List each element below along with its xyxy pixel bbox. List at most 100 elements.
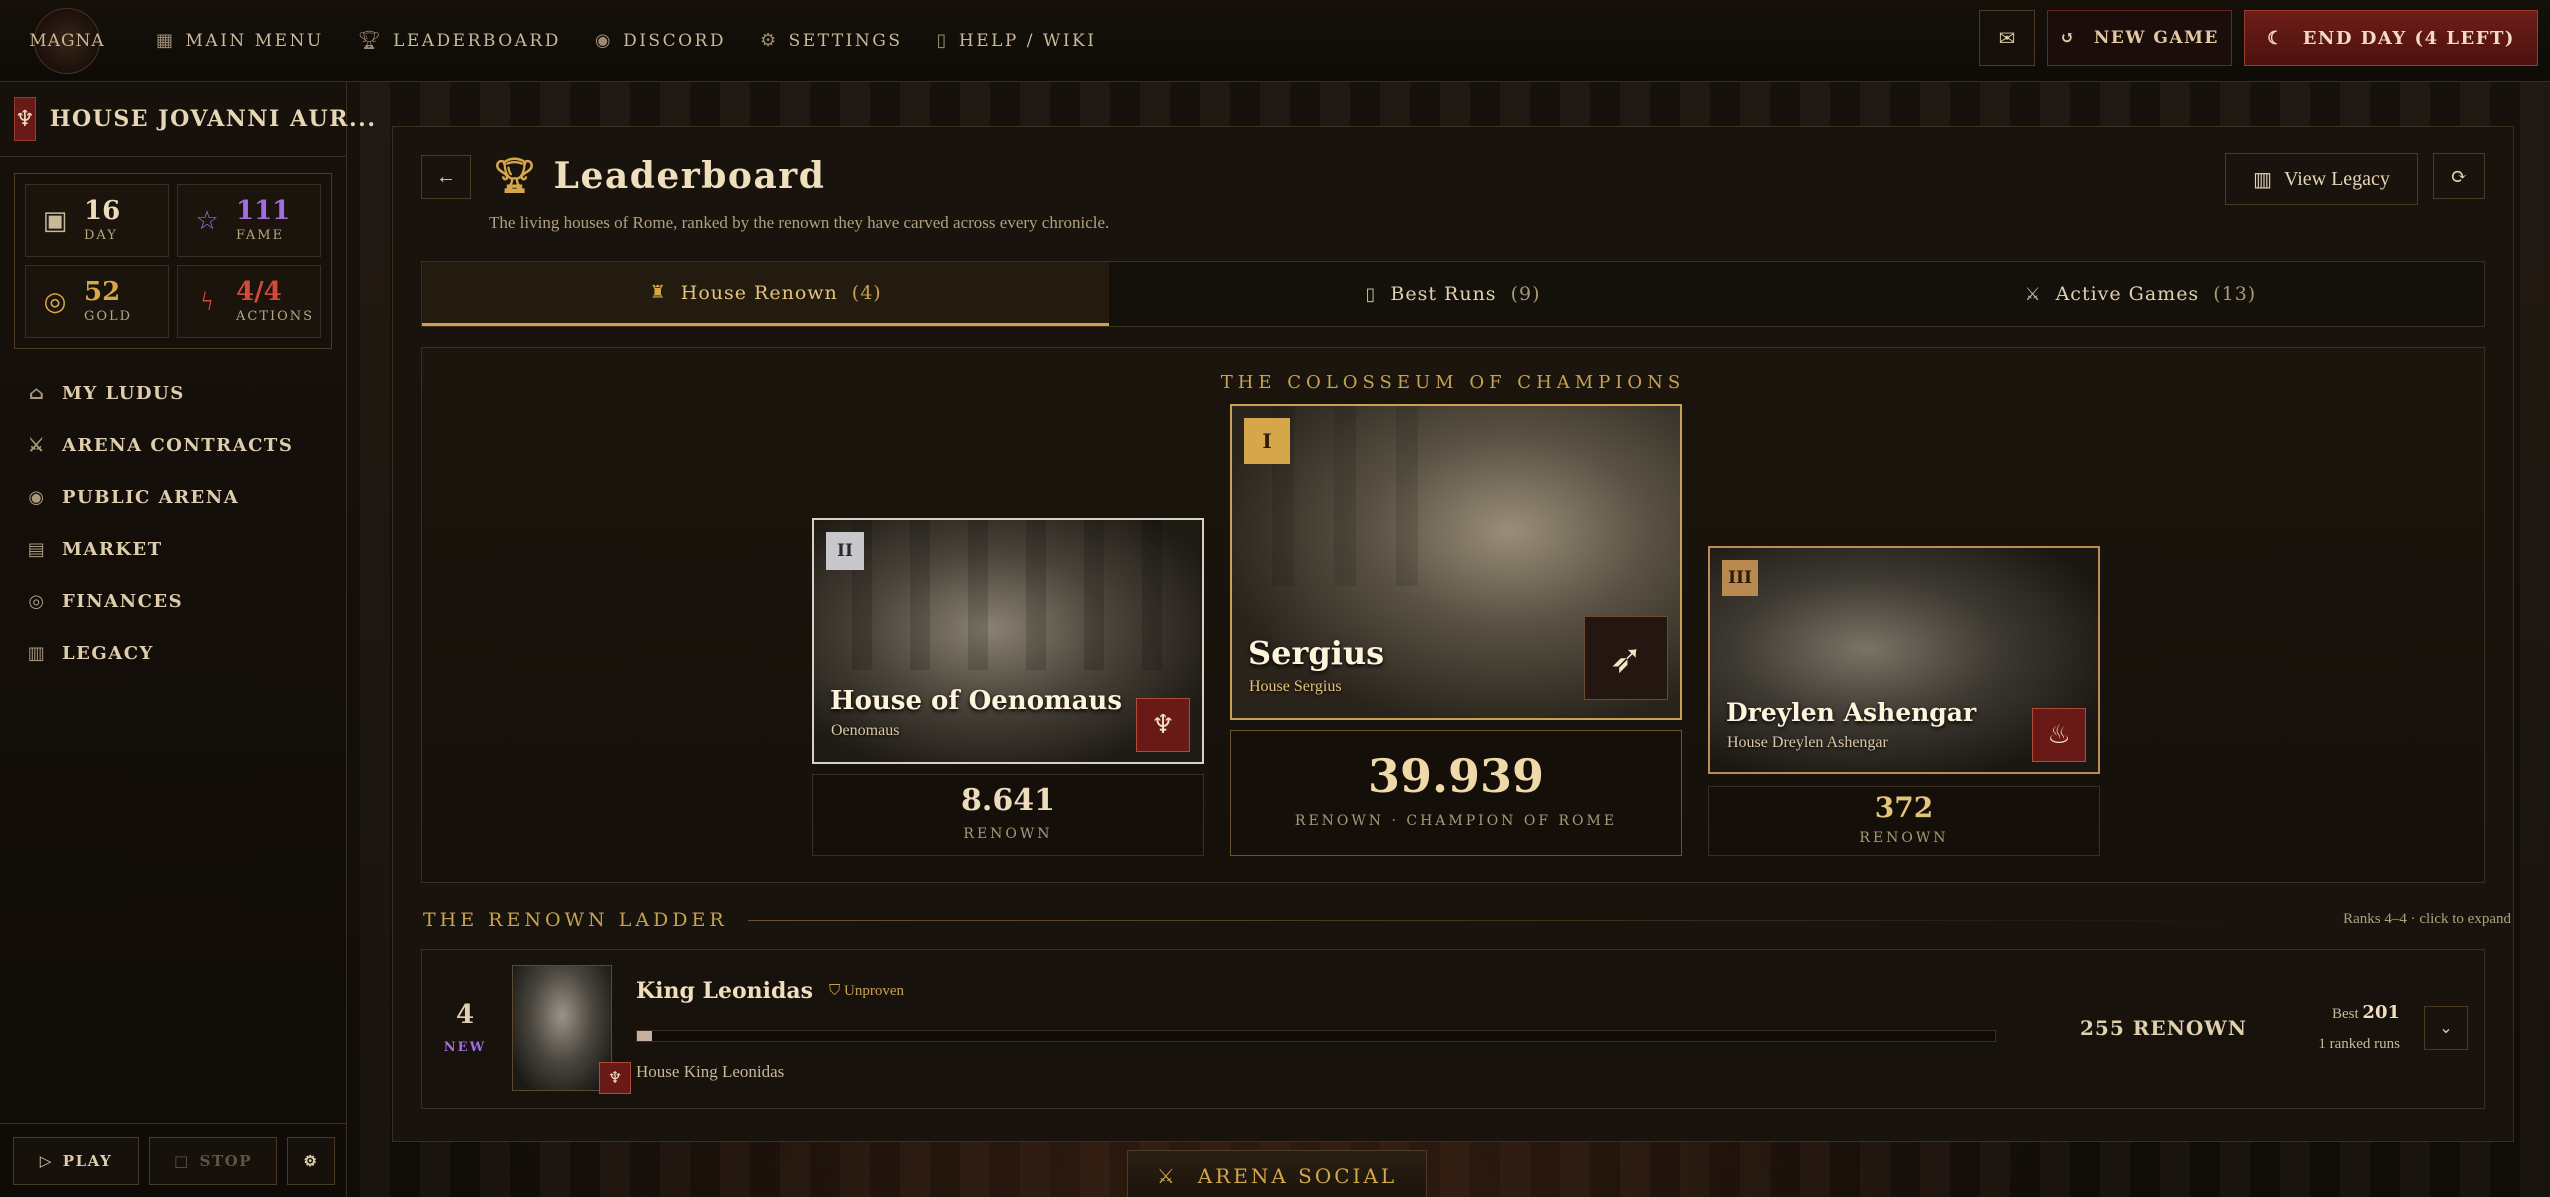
score-value: 8.641 (961, 783, 1055, 818)
score-label: Renown · Champion of Rome (1294, 813, 1618, 829)
sidebar-item-public-arena[interactable]: ◉ Public Arena (0, 471, 346, 523)
end-day-button[interactable]: ☾ END DAY (4 LEFT) (2244, 10, 2538, 66)
row-best: Best 201 1 ranked runs (2318, 998, 2400, 1059)
end-day-label: END DAY (4 LEFT) (2302, 27, 2515, 49)
arena-social-button[interactable]: ⚔ Arena Social (1127, 1150, 1427, 1197)
discord-icon: ◉ (594, 30, 614, 51)
row-house: House King Leonidas (636, 1062, 785, 1081)
eagle-icon: ♆ (14, 97, 36, 141)
trophy-icon: ♜ (649, 282, 667, 303)
sidebar: ♆ HOUSE JOVANNI AUR... ▣ 16 Day ☆ 111 Fa… (0, 82, 375, 1197)
score-third: 372 Renown (1708, 786, 2100, 856)
sidebar-item-arena-contracts[interactable]: ⚔ Arena Contracts (0, 419, 346, 471)
podium-card-second[interactable]: II House of Oenomaus Oenomaus ♆ (812, 518, 1204, 764)
fame-value: 111 (236, 196, 291, 226)
sidebar-item-legacy[interactable]: ▥ Legacy (0, 627, 346, 679)
restart-icon: ↺ (2060, 28, 2076, 48)
document-icon: ▯ (1365, 283, 1377, 305)
stop-button[interactable]: □ STOP (149, 1136, 277, 1185)
play-label: PLAY (62, 1151, 113, 1170)
row-name: King Leonidas ⛉ Unproven (636, 978, 904, 1004)
mail-icon: ✉ (1998, 27, 2016, 50)
eagle-icon: ♆ (599, 1062, 631, 1094)
leaderboard-tabs: ♜ House Renown (4) ▯ Best Runs (9) ⚔ Act… (421, 261, 2485, 327)
day-label: Day (84, 228, 118, 243)
sidebar-controls: ▷ PLAY □ STOP ⚙ (0, 1123, 346, 1197)
row-rank: 4 NEW (440, 1000, 490, 1055)
actions-label: Actions (236, 309, 315, 324)
stats-panel: ▣ 16 Day ☆ 111 Fame ◎ 52 Gold ϟ 4/4 Act (14, 173, 332, 349)
tab-label: Active Games (2055, 283, 2200, 305)
coins-icon: ◎ (28, 590, 46, 612)
score-value: 39.939 (1367, 749, 1545, 803)
tab-active-games[interactable]: ⚔ Active Games (13) (1797, 262, 2484, 326)
card-name: House of Oenomaus (830, 686, 1122, 716)
expand-button[interactable]: ⌄ (2424, 1006, 2468, 1050)
renown-progress-fill (637, 1031, 652, 1041)
score-label: Renown (1859, 830, 1949, 846)
play-button[interactable]: ▷ PLAY (13, 1136, 139, 1185)
rank-badge: III (1722, 560, 1758, 596)
nav-leaderboard[interactable]: 🏆︎ Leaderboard (358, 30, 561, 51)
ladder-row[interactable]: 4 NEW ♆ King Leonidas ⛉ Unproven House K… (421, 949, 2485, 1109)
sidebar-item-finances[interactable]: ◎ Finances (0, 575, 346, 627)
tab-house-renown[interactable]: ♜ House Renown (4) (422, 262, 1110, 326)
tab-best-runs[interactable]: ▯ Best Runs (9) (1109, 262, 1796, 326)
divider (747, 919, 2263, 921)
view-legacy-button[interactable]: ▥ View Legacy (2225, 153, 2418, 205)
stat-fame: ☆ 111 Fame (177, 184, 321, 257)
back-button[interactable]: ← (421, 155, 471, 199)
mail-button[interactable]: ✉ (1979, 10, 2035, 66)
scroll-icon: ▥ (27, 642, 47, 664)
ladder-title: The Renown Ladder (423, 909, 2263, 931)
book-icon: ▯ (936, 30, 949, 51)
nav-settings[interactable]: ⚙ Settings (760, 30, 903, 51)
stop-icon: □ (173, 1151, 190, 1170)
row-status: ⛉ Unproven (829, 982, 904, 1000)
card-house: House Dreylen Ashengar (1727, 734, 1888, 751)
card-house: House Sergius (1249, 678, 1342, 695)
view-legacy-label: View Legacy (2283, 167, 2390, 190)
chevron-down-icon: ⌄ (2439, 1020, 2453, 1037)
best-label: Best (2332, 1006, 2359, 1022)
new-game-button[interactable]: ↺ NEW GAME (2047, 10, 2232, 66)
stat-actions: ϟ 4/4 Actions (177, 265, 321, 338)
eagle-icon: ♆ (1136, 698, 1190, 752)
nav-discord[interactable]: ◉ Discord (595, 30, 726, 51)
row-status-text: Unproven (844, 983, 905, 999)
ranked-runs: 1 ranked runs (2318, 1036, 2400, 1052)
ladder-hint: Ranks 4–4 · click to expand (2343, 911, 2511, 927)
nav-label: Settings (788, 30, 903, 51)
sidebar-item-market[interactable]: ▤ Market (0, 523, 346, 575)
tab-count: (13) (2213, 283, 2257, 305)
settings-button[interactable]: ⚙ (287, 1136, 335, 1185)
podium: The Colosseum of Champions II House of O… (421, 347, 2485, 883)
podium-card-third[interactable]: III Dreylen Ashengar House Dreylen Ashen… (1708, 546, 2100, 774)
score-label: Renown (963, 826, 1053, 842)
nav-main-menu[interactable]: ▦ Main Menu (156, 30, 324, 51)
new-game-label: NEW GAME (2093, 28, 2219, 48)
swords-icon: ⚔ (28, 434, 46, 456)
nav-label: Main Menu (185, 30, 324, 51)
sidebar-item-label: My Ludus (62, 382, 185, 404)
coins-icon: ◎ (43, 286, 67, 316)
sidebar-item-label: Arena Contracts (62, 434, 294, 456)
podium-card-first[interactable]: I Sergius House Sergius ➶ (1230, 404, 1682, 720)
sidebar-item-my-ludus[interactable]: ⌂ My Ludus (0, 367, 346, 419)
sidebar-item-label: Market (62, 538, 163, 560)
day-value: 16 (84, 196, 121, 226)
refresh-button[interactable]: ⟳ (2433, 153, 2485, 199)
tab-label: Best Runs (1390, 283, 1497, 305)
score-first: 39.939 Renown · Champion of Rome (1230, 730, 1682, 856)
gold-value: 52 (84, 277, 121, 307)
arrow-left-icon: ← (436, 165, 456, 188)
house-header[interactable]: ♆ HOUSE JOVANNI AUR... (0, 82, 375, 157)
sidebar-item-label: Public Arena (62, 486, 240, 508)
rank-badge: I (1244, 418, 1290, 464)
actions-value: 4/4 (236, 277, 282, 307)
nav-help-wiki[interactable]: ▯ Help / Wiki (936, 30, 1096, 51)
stop-label: STOP (199, 1151, 253, 1170)
rank-number: 4 (455, 1000, 475, 1030)
game-logo[interactable]: MAGNA (29, 7, 104, 74)
page-title-text: Leaderboard (553, 155, 826, 197)
